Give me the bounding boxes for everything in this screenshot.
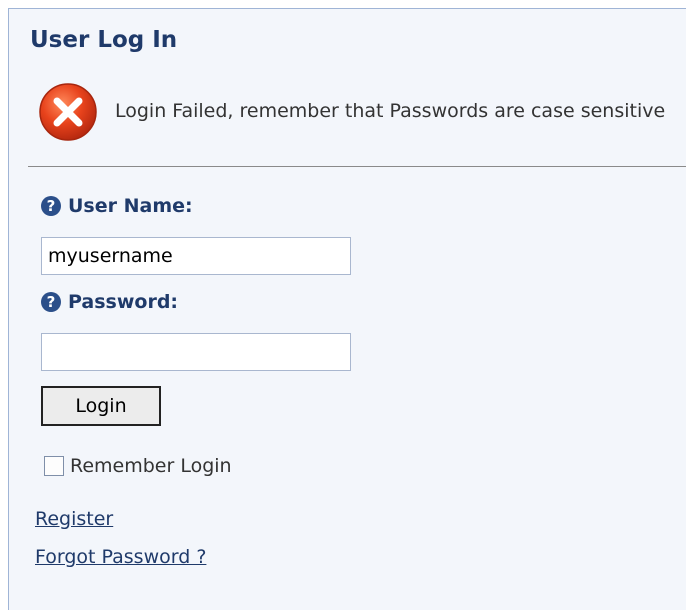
password-input[interactable] <box>41 333 351 371</box>
login-panel: User Log In Login Failed, remember that … <box>8 8 686 610</box>
divider <box>28 166 686 167</box>
forgot-password-link[interactable]: Forgot Password ? <box>35 546 206 568</box>
username-label-text: User Name: <box>68 195 193 217</box>
username-label: ? User Name: <box>40 195 193 217</box>
page-title: User Log In <box>30 27 178 53</box>
login-button[interactable]: Login <box>41 386 161 426</box>
error-x-icon <box>39 83 97 141</box>
password-label: ? Password: <box>40 291 178 313</box>
password-label-text: Password: <box>68 291 179 313</box>
help-icon[interactable]: ? <box>40 195 62 217</box>
svg-text:?: ? <box>47 197 56 215</box>
error-message: Login Failed, remember that Passwords ar… <box>115 100 666 122</box>
remember-login-label: Remember Login <box>70 455 232 477</box>
svg-text:?: ? <box>47 293 56 311</box>
remember-login[interactable]: Remember Login <box>44 455 232 477</box>
remember-login-checkbox[interactable] <box>44 456 64 476</box>
help-icon[interactable]: ? <box>40 291 62 313</box>
username-input[interactable] <box>41 237 351 275</box>
register-link[interactable]: Register <box>35 508 113 530</box>
